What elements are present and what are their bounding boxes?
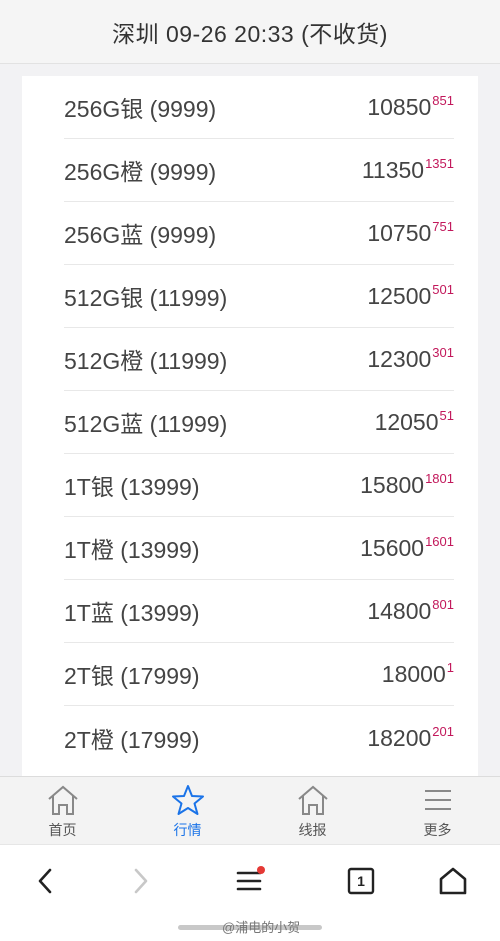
list-item[interactable]: 2T橙 (17999) 18200201 [64,706,454,769]
item-price: 113501351 [361,156,454,183]
item-price: 10750751 [367,219,454,246]
tabs-button[interactable]: 1 [343,863,379,899]
item-label: 256G蓝 (9999) [64,222,217,248]
item-label: 256G橙 (9999) [64,159,217,185]
price-diff: 51 [439,408,454,423]
tab-label: 行情 [173,822,202,838]
star-icon [171,785,204,815]
price-diff: 1 [446,660,454,675]
price-diff: 501 [432,282,454,297]
list-item[interactable]: 256G橙 (9999) 113501351 [64,139,454,202]
item-label: 1T蓝 (13999) [64,600,200,626]
item-label: 2T橙 (17999) [64,726,200,753]
price-diff: 751 [432,219,454,234]
tab-label: 线报 [298,822,327,838]
tab-label: 更多 [423,822,452,838]
tab-home[interactable]: 首页 [0,777,125,844]
home-icon [297,785,328,815]
tab-label: 首页 [48,822,77,838]
menu-icon [236,866,265,891]
list-item[interactable]: 1T蓝 (13999) 14800801 [64,580,454,643]
item-price: 12500501 [367,282,454,309]
home-icon [47,785,78,815]
home-button[interactable] [435,863,471,899]
forward-icon [134,868,148,894]
item-label: 2T银 (17999) [64,663,200,689]
list-item[interactable]: 2T银 (17999) 180001 [64,643,454,706]
menu-button[interactable] [232,863,268,899]
tab-count: 1 [357,873,365,889]
item-label: 512G蓝 (11999) [64,411,228,437]
item-label: 256G银 (9999) [64,96,217,122]
list-item[interactable]: 1T银 (13999) 158001801 [64,454,454,517]
list-item[interactable]: 256G银 (9999) 10850851 [64,76,454,139]
back-icon [38,868,52,894]
price-diff: 801 [432,597,454,612]
home-icon [439,867,467,895]
item-price: 156001601 [360,534,454,561]
back-button[interactable] [28,863,64,899]
item-price: 18200201 [367,723,454,751]
header-bar: 深圳 09-26 20:33 (不收货) [0,0,500,64]
list-item[interactable]: 512G银 (11999) 12500501 [64,265,454,328]
price-diff: 301 [432,345,454,360]
list-item[interactable]: 512G橙 (11999) 12300301 [64,328,454,391]
menu-icon [424,790,451,810]
tab-news[interactable]: 线报 [250,777,375,844]
price-list: 256G银 (9999) 10850851 256G橙 (9999) 11350… [22,76,478,776]
item-label: 512G橙 (11999) [64,348,228,374]
notification-dot [257,866,265,874]
item-price: 14800801 [367,597,454,624]
item-price: 180001 [381,660,454,687]
list-item[interactable]: 1T橙 (13999) 156001601 [64,517,454,580]
watermark: @浦电的小贺 [222,920,301,935]
item-price: 158001801 [360,471,454,498]
item-label: 1T银 (13999) [64,474,200,500]
item-price: 12300301 [367,345,454,372]
price-diff: 1601 [425,534,454,549]
item-label: 1T橙 (13999) [64,537,200,563]
price-diff: 851 [432,93,454,108]
tab-more[interactable]: 更多 [375,777,500,844]
item-price: 10850851 [367,93,454,120]
list-item[interactable]: 256G蓝 (9999) 10750751 [64,202,454,265]
list-item[interactable]: 512G蓝 (11999) 1205051 [64,391,454,454]
tab-market[interactable]: 行情 [125,777,250,844]
item-price: 1205051 [374,408,454,435]
page-title: 深圳 09-26 20:33 (不收货) [112,20,388,47]
price-diff: 1351 [425,156,454,171]
forward-button[interactable] [122,863,158,899]
price-diff: 1801 [425,471,454,486]
bottom-tab-bar: 首页 行情 线报 更多 [0,776,500,844]
price-diff: 201 [432,723,454,739]
item-label: 512G银 (11999) [64,285,228,311]
